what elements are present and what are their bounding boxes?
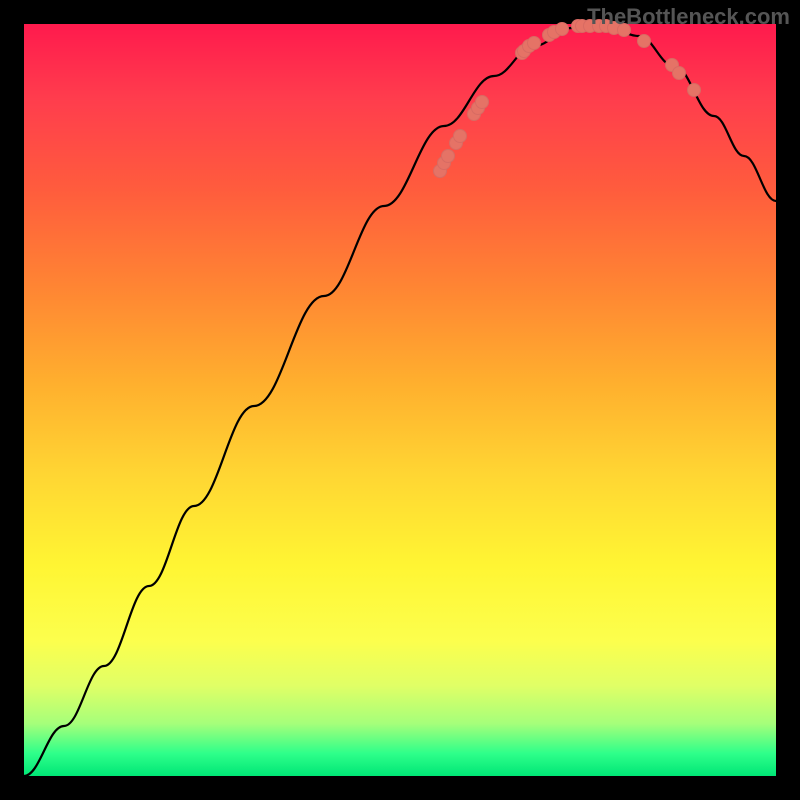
chart-svg xyxy=(24,24,776,776)
data-point xyxy=(673,67,686,80)
data-point xyxy=(476,96,489,109)
chart-plot-area xyxy=(24,24,776,776)
data-point xyxy=(556,23,569,36)
watermark-text: TheBottleneck.com xyxy=(587,4,790,30)
data-point xyxy=(638,35,651,48)
data-point xyxy=(454,130,467,143)
data-point xyxy=(528,37,541,50)
data-point xyxy=(442,150,455,163)
data-point xyxy=(688,84,701,97)
data-markers xyxy=(434,20,701,178)
bottleneck-curve xyxy=(24,25,776,776)
